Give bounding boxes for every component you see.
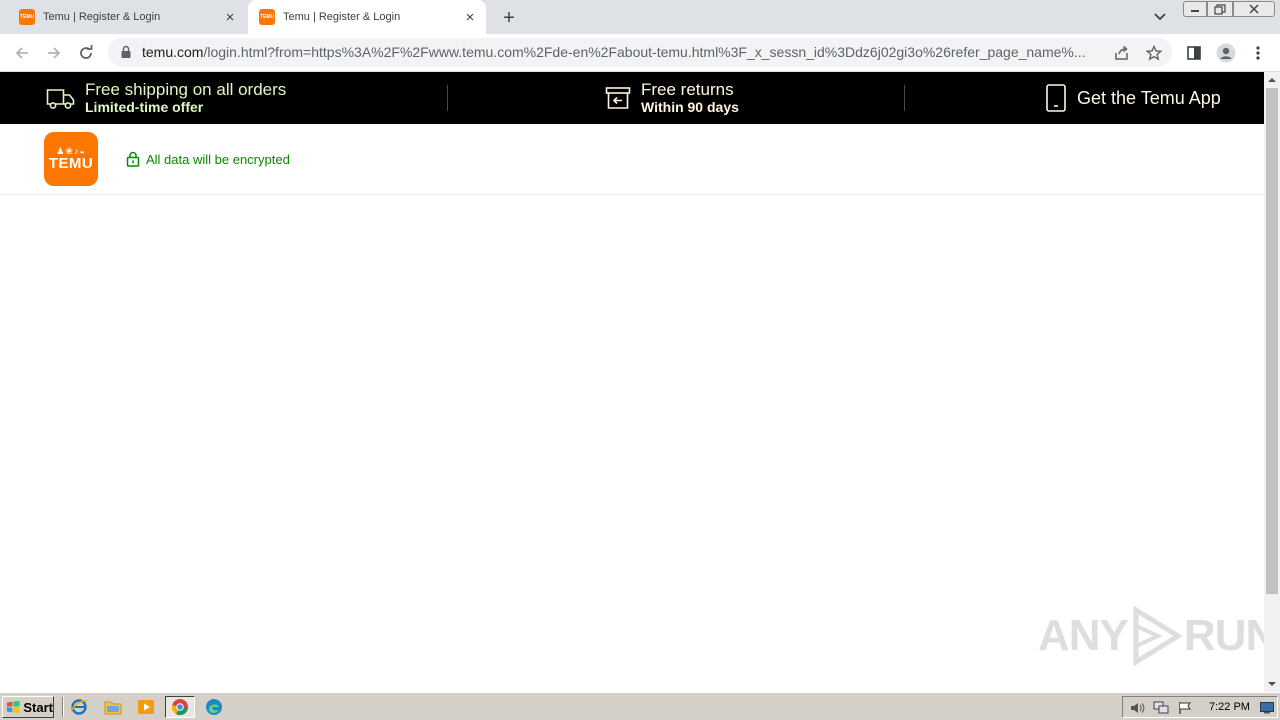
forward-icon[interactable] [42,41,66,65]
tab-close-icon[interactable]: × [222,9,238,26]
back-icon[interactable] [10,41,34,65]
edge-icon[interactable] [205,698,223,716]
scroll-down-arrow-icon[interactable] [1264,676,1280,692]
taskbar-separator [62,697,64,717]
windows-taskbar: Start 7:22 PM [0,692,1280,720]
watermark-text-left: ANY [1038,611,1129,660]
address-bar[interactable]: temu.com/login.html?from=https%3A%2F%2Fw… [108,38,1172,67]
free-shipping-promo[interactable]: Free shipping on all orders Limited-time… [46,72,286,124]
get-app-label: Get the Temu App [1077,87,1221,108]
watermark-text-right: RUN [1183,611,1264,660]
file-explorer-icon[interactable] [104,698,122,716]
free-shipping-title: Free shipping on all orders [85,80,287,99]
vertical-scrollbar[interactable] [1264,72,1280,692]
tab-title: Temu | Register & Login [43,11,161,23]
tab-strip: TEMU Temu | Register & Login × TEMU Temu… [0,0,1280,34]
chrome-taskbar-button[interactable] [165,696,195,718]
restore-window-button[interactable] [1207,1,1233,17]
page-viewport: Free shipping on all orders Limited-time… [0,72,1264,692]
truck-icon [46,89,75,109]
free-shipping-subtitle: Limited-time offer [85,99,204,115]
minimize-window-button[interactable] [1183,1,1207,17]
internet-explorer-icon[interactable] [70,698,88,716]
volume-icon[interactable] [1129,700,1145,716]
site-header: ♟❀♪◒ TEMU All data will be encrypted [0,124,1264,195]
free-shipping-text: Free shipping on all orders Limited-time… [85,80,286,116]
temu-favicon-icon: TEMU [259,9,275,25]
network-icon[interactable] [1153,700,1169,716]
start-label: Start [23,699,53,715]
share-icon[interactable] [1113,44,1131,62]
free-returns-promo[interactable]: Free returns Within 90 days [605,72,739,124]
show-desktop-icon[interactable] [1259,700,1275,716]
new-tab-icon[interactable]: + [498,7,520,29]
system-tray: 7:22 PM [1122,696,1278,718]
media-player-icon[interactable] [137,698,155,716]
action-center-flag-icon[interactable] [1177,700,1193,716]
temu-favicon-icon: TEMU [19,9,35,25]
promo-bar: Free shipping on all orders Limited-time… [0,72,1264,124]
close-window-button[interactable] [1233,1,1275,17]
promo-divider [904,85,905,111]
tab-1[interactable]: TEMU Temu | Register & Login × [8,0,246,34]
windows-flag-icon [6,700,20,714]
tab-search-chevron-icon[interactable] [1150,8,1170,26]
scroll-up-arrow-icon[interactable] [1264,72,1280,88]
free-returns-title: Free returns [641,80,734,99]
play-logo-icon [1133,606,1183,666]
scrollbar-thumb[interactable] [1266,88,1278,594]
phone-icon [1046,84,1066,112]
get-app-promo[interactable]: Get the Temu App [1045,72,1221,124]
return-box-icon [605,87,631,109]
lock-icon[interactable] [120,45,132,64]
logo-wordmark: TEMU [48,155,94,172]
anyrun-watermark: ANY RUN [1038,606,1264,666]
tab-title: Temu | Register & Login [283,11,401,23]
tab-2-active[interactable]: TEMU Temu | Register & Login × [248,0,486,34]
start-button[interactable]: Start [2,696,54,718]
get-app-text: Get the Temu App [1077,87,1221,108]
reload-icon[interactable] [74,41,98,65]
taskbar-clock[interactable]: 7:22 PM [1209,701,1250,713]
free-returns-subtitle: Within 90 days [641,99,739,115]
tab-close-icon[interactable]: × [462,9,478,26]
browser-toolbar: temu.com/login.html?from=https%3A%2F%2Fw… [0,34,1280,72]
encryption-text: All data will be encrypted [146,151,290,167]
encryption-notice: All data will be encrypted [126,151,290,167]
star-icon[interactable] [1145,44,1163,62]
promo-divider [447,85,448,111]
free-returns-text: Free returns Within 90 days [641,80,739,116]
lock-icon [126,151,140,167]
profile-icon[interactable] [1214,41,1238,65]
url-text[interactable]: temu.com/login.html?from=https%3A%2F%2Fw… [142,45,1106,60]
menu-icon[interactable] [1246,41,1270,65]
sidepanel-icon[interactable] [1182,41,1206,65]
temu-logo[interactable]: ♟❀♪◒ TEMU [44,132,98,186]
